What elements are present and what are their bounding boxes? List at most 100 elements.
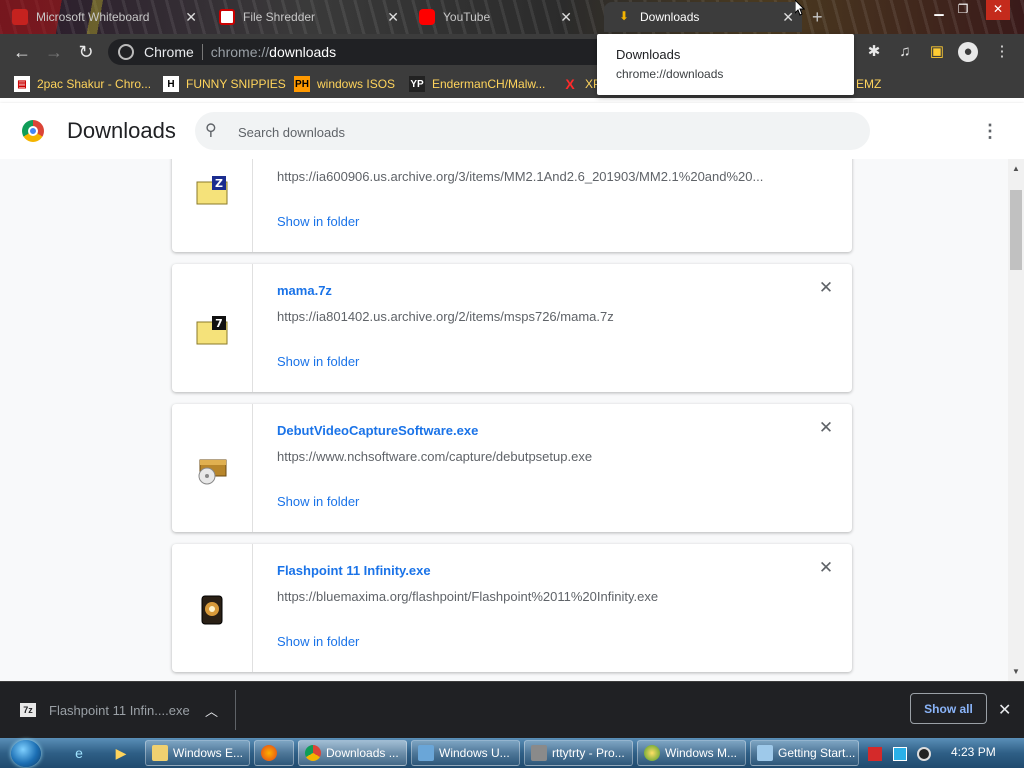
taskbar-item[interactable]: rttytrty - Pro... <box>524 740 633 766</box>
hover-card-title: Downloads <box>616 47 681 62</box>
back-button[interactable]: ← <box>10 40 34 64</box>
file-url[interactable]: https://ia600906.us.archive.org/3/items/… <box>277 169 763 184</box>
bookmark-label: FUNNY SNIPPIES <box>186 77 286 91</box>
file-name[interactable]: Flashpoint 11 Infinity.exe <box>277 563 431 578</box>
downloads-list: Z https://ia600906.us.archive.org/3/item… <box>0 159 1008 681</box>
7z-archive-icon: Z <box>196 176 228 205</box>
chevron-up-icon[interactable]: ︿ <box>205 701 218 720</box>
search-input[interactable] <box>236 113 840 151</box>
close-icon[interactable]: ✕ <box>185 9 197 26</box>
file-name[interactable]: mama.7z <box>277 283 332 298</box>
taskbar-item[interactable]: Windows E... <box>145 740 250 766</box>
forward-button[interactable]: → <box>42 40 66 64</box>
bookmark-label: EMZ <box>856 77 882 91</box>
ph-icon: PH <box>294 76 310 92</box>
bookmark-item[interactable]: EMZ <box>856 75 881 93</box>
tab-title: Microsoft Whiteboard <box>36 10 150 24</box>
bookmark-item[interactable]: ▤ 2pac Shakur - Chro... <box>14 75 151 93</box>
tray-display-icon[interactable] <box>893 747 907 761</box>
bookmarks-bar: ▤ 2pac Shakur - Chro... H FUNNY SNIPPIES… <box>0 70 1024 98</box>
tab-youtube[interactable]: YouTube ✕ <box>407 2 602 32</box>
x-icon: X <box>565 76 575 92</box>
mouse-cursor-icon <box>795 0 805 16</box>
windows-start-icon[interactable] <box>11 740 41 767</box>
taskbar-item-label: Downloads ... <box>326 746 399 760</box>
bookmark-label: windows ISOS <box>317 77 396 91</box>
taskbar-item-label: Windows E... <box>173 746 244 760</box>
tray-volume-icon[interactable] <box>917 747 931 761</box>
shelf-file-name[interactable]: Flashpoint 11 Infin....exe <box>49 703 190 718</box>
download-item: Flashpoint 11 Infinity.exe https://bluem… <box>172 544 852 672</box>
show-all-button[interactable]: Show all <box>910 693 987 724</box>
maximize-button[interactable]: ❐ <box>952 0 974 20</box>
taskbar-item[interactable]: Downloads ... <box>298 740 407 766</box>
chrome-icon <box>118 44 134 60</box>
taskbar-item[interactable]: Windows M... <box>637 740 746 766</box>
tray-flag-icon[interactable] <box>868 747 882 761</box>
minimize-button[interactable]: ▁ <box>928 0 950 20</box>
scroll-up-icon[interactable]: ▲ <box>1008 162 1024 176</box>
media-player-quicklaunch-icon[interactable]: ▶ <box>110 742 132 764</box>
taskbar-item[interactable]: Getting Start... <box>750 740 859 766</box>
file-url[interactable]: https://ia801402.us.archive.org/2/items/… <box>277 309 614 324</box>
file-url[interactable]: https://www.nchsoftware.com/capture/debu… <box>277 449 592 464</box>
bookmark-item[interactable]: YP EndermanCH/Malw... <box>409 75 545 93</box>
gmail-icon <box>12 9 28 25</box>
tab-downloads[interactable]: ⬇ Downloads ✕ <box>604 2 802 32</box>
close-shelf-icon[interactable]: ✕ <box>998 700 1011 720</box>
close-icon[interactable]: ✕ <box>387 9 399 26</box>
window-close-button[interactable]: ✕ <box>986 0 1010 20</box>
internet-explorer-icon[interactable]: e <box>68 742 90 764</box>
firefox-icon <box>261 745 277 761</box>
remove-from-list-icon[interactable]: ✕ <box>818 559 834 576</box>
media-control-icon[interactable]: ♫ <box>895 42 915 62</box>
show-in-folder-link[interactable]: Show in folder <box>277 354 359 369</box>
svg-text:7: 7 <box>215 317 223 330</box>
divider <box>235 690 236 730</box>
chrome-logo-icon <box>22 120 44 142</box>
taskbar-item-label: Windows M... <box>665 746 738 760</box>
tab-microsoft-whiteboard[interactable]: Microsoft Whiteboard ✕ <box>0 2 205 32</box>
download-item: 7 mama.7z https://ia801402.us.archive.or… <box>172 264 852 392</box>
new-tab-button[interactable]: + <box>812 2 836 32</box>
close-icon[interactable]: ✕ <box>782 9 794 26</box>
file-url[interactable]: https://bluemaxima.org/flashpoint/Flashp… <box>277 589 658 604</box>
show-in-folder-link[interactable]: Show in folder <box>277 634 359 649</box>
extensions-icon[interactable]: ✱ <box>864 42 884 62</box>
youtube-icon <box>419 9 435 25</box>
profile-avatar[interactable]: ● <box>958 42 978 62</box>
url-scheme: chrome:// <box>210 44 270 60</box>
download-item: DebutVideoCaptureSoftware.exe https://ww… <box>172 404 852 532</box>
tab-file-shredder[interactable]: File Shredder ✕ <box>207 2 407 32</box>
scrollbar-thumb[interactable] <box>1010 190 1022 270</box>
process-icon <box>531 745 547 761</box>
bookmark-item[interactable]: PH windows ISOS <box>294 75 395 93</box>
file-name[interactable]: DebutVideoCaptureSoftware.exe <box>277 423 478 438</box>
bookmark-label: 2pac Shakur - Chro... <box>37 77 152 91</box>
tab-title: Downloads <box>640 10 700 24</box>
flashpoint-icon <box>201 595 223 625</box>
bookmark-item[interactable]: X XP <box>562 75 601 93</box>
icon-column: Z <box>172 159 253 252</box>
taskbar-item-label: Windows U... <box>439 746 510 760</box>
side-panel-icon[interactable]: ▣ <box>927 42 947 62</box>
remove-from-list-icon[interactable]: ✕ <box>818 279 834 296</box>
bookmark-item[interactable]: H FUNNY SNIPPIES <box>163 75 286 93</box>
download-item: Z https://ia600906.us.archive.org/3/item… <box>172 159 852 252</box>
show-in-folder-link[interactable]: Show in folder <box>277 214 359 229</box>
browser-menu-icon[interactable]: ⋮ <box>992 42 1012 62</box>
scroll-down-icon[interactable]: ▼ <box>1008 665 1024 679</box>
icon-column <box>172 404 253 532</box>
close-icon[interactable]: ✕ <box>560 9 572 26</box>
taskbar-item[interactable] <box>254 740 294 766</box>
reload-button[interactable]: ↻ <box>74 40 98 64</box>
taskbar-item[interactable]: Windows U... <box>411 740 520 766</box>
more-actions-icon[interactable]: ⋮ <box>980 120 1000 142</box>
remove-from-list-icon[interactable]: ✕ <box>818 419 834 436</box>
hover-card-url: chrome://downloads <box>616 67 724 81</box>
tab-title: YouTube <box>443 10 491 24</box>
taskbar-clock[interactable]: 4:23 PM <box>951 745 996 759</box>
icon-column: 7 <box>172 264 253 392</box>
show-in-folder-link[interactable]: Show in folder <box>277 494 359 509</box>
h-icon: H <box>163 76 179 92</box>
